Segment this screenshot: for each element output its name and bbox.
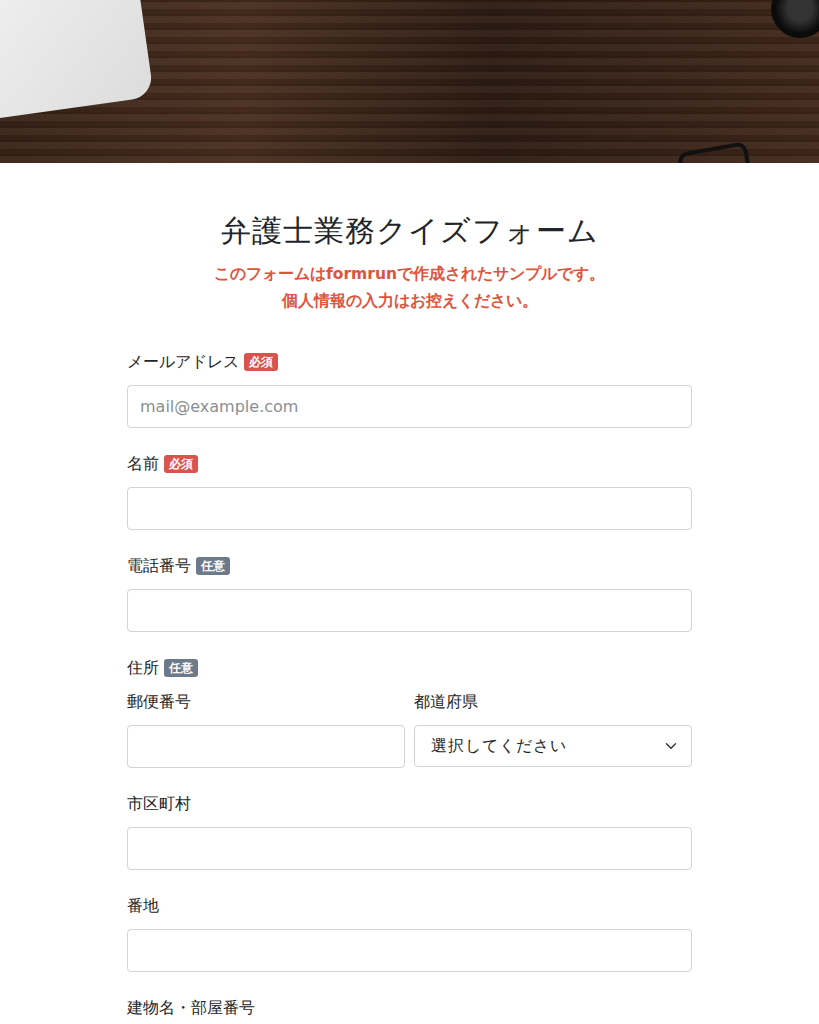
field-label: 電話番号任意 xyxy=(127,555,692,577)
field-label: 番地 xyxy=(127,895,692,917)
header-photo xyxy=(0,0,819,163)
text-input[interactable] xyxy=(127,589,692,632)
required-badge: 必須 xyxy=(164,455,198,473)
field-label: 住所任意 xyxy=(127,657,692,679)
label-text: 番地 xyxy=(127,895,159,917)
notice-line: 個人情報の入力はお控えください。 xyxy=(127,288,692,315)
label-text: 建物名・部屋番号 xyxy=(127,997,255,1019)
address-part: 建物名・部屋番号 xyxy=(127,997,692,1024)
select-field[interactable]: 選択してください xyxy=(414,725,692,767)
label-text: 住所 xyxy=(127,657,159,679)
field-label: 市区町村 xyxy=(127,793,692,815)
label-text: 市区町村 xyxy=(127,793,191,815)
address-rest: 市区町村番地建物名・部屋番号 xyxy=(127,793,692,1024)
field-group: 住所任意郵便番号 都道府県選択してください市区町村番地建物名・部屋番号 xyxy=(127,657,692,1024)
address-part: 市区町村 xyxy=(127,793,692,870)
text-input[interactable] xyxy=(127,827,692,870)
camera-icon xyxy=(771,0,819,38)
required-badge: 必須 xyxy=(244,353,278,371)
form-title: 弁護士業務クイズフォーム xyxy=(127,213,692,249)
field-group: 名前必須 xyxy=(127,453,692,530)
field-group: メールアドレス必須 xyxy=(127,351,692,428)
field-label: 名前必須 xyxy=(127,453,692,475)
field-label: 建物名・部屋番号 xyxy=(127,997,692,1019)
text-input[interactable] xyxy=(127,487,692,530)
text-input[interactable] xyxy=(127,385,692,428)
glasses-icon xyxy=(677,141,751,163)
required-badge: 任意 xyxy=(196,557,230,575)
label-text: 名前 xyxy=(127,453,159,475)
field-label: 都道府県 xyxy=(414,691,692,713)
label-text: メールアドレス xyxy=(127,351,239,373)
laptop-icon xyxy=(0,0,154,122)
text-input[interactable] xyxy=(127,725,405,768)
label-text: 電話番号 xyxy=(127,555,191,577)
label-text: 都道府県 xyxy=(414,691,478,713)
field-label: 郵便番号 xyxy=(127,691,405,713)
text-input[interactable] xyxy=(127,929,692,972)
field-label: メールアドレス必須 xyxy=(127,351,692,373)
form: 弁護士業務クイズフォームこのフォームはformrunで作成されたサンプルです。個… xyxy=(127,213,692,1024)
address-part: 都道府県選択してください xyxy=(414,691,692,793)
notice: このフォームはformrunで作成されたサンプルです。個人情報の入力はお控えくだ… xyxy=(127,261,692,315)
label-text: 郵便番号 xyxy=(127,691,191,713)
required-badge: 任意 xyxy=(164,659,198,677)
select-value: 選択してください xyxy=(431,734,567,758)
address-row: 郵便番号 都道府県選択してください xyxy=(127,691,692,793)
address-part: 番地 xyxy=(127,895,692,972)
field-group: 電話番号任意 xyxy=(127,555,692,632)
address-part: 郵便番号 xyxy=(127,691,405,793)
notice-line: このフォームはformrunで作成されたサンプルです。 xyxy=(127,261,692,288)
